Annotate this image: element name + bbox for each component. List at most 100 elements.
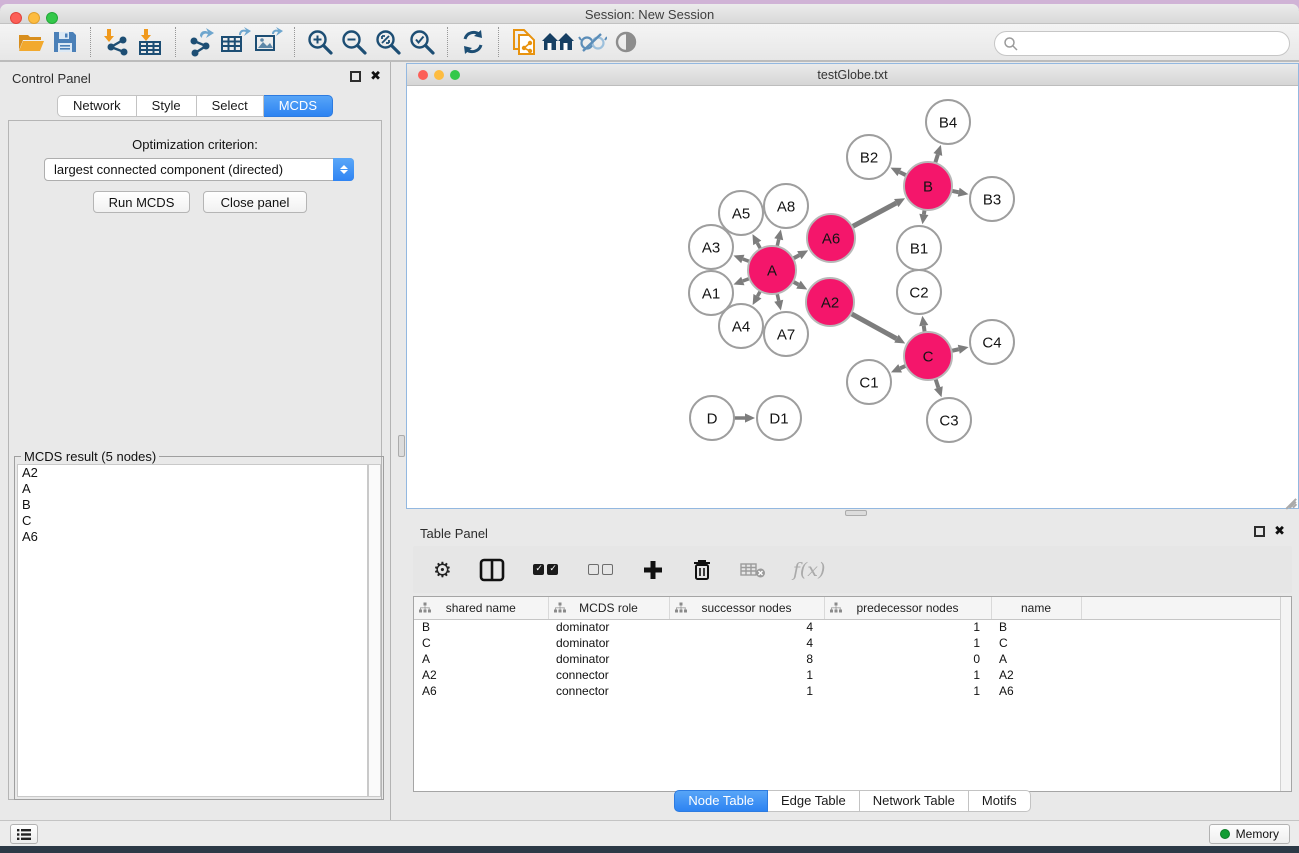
zoom-out-icon[interactable] [337,26,371,58]
graph-node-C2[interactable]: C2 [897,270,941,314]
tab-node-table[interactable]: Node Table [674,790,768,812]
show-eye-icon[interactable] [609,26,643,58]
graph-node-B[interactable]: B [904,162,952,210]
mcds-result-item[interactable]: A6 [18,529,367,545]
tab-network-table[interactable]: Network Table [860,790,969,812]
graph-node-A2[interactable]: A2 [806,278,854,326]
hide-glasses-icon[interactable] [575,26,609,58]
edge-B-B2[interactable] [900,172,907,175]
split-divider-handle-vertical[interactable] [398,435,405,457]
column-header-predecessor-nodes[interactable]: predecessor nodes [824,597,991,619]
select-all-icon[interactable] [532,555,560,585]
graph-node-C4[interactable]: C4 [970,320,1014,364]
tab-style[interactable]: Style [137,95,197,117]
home-icon[interactable] [541,26,575,58]
edge-C-C3[interactable] [935,379,938,388]
mcds-result-item[interactable]: B [18,497,367,513]
search-field[interactable] [994,31,1290,56]
edge-A-A8[interactable] [777,239,779,246]
table-scrollbar[interactable] [1280,597,1291,791]
table-row[interactable]: A6connector11A6 [414,683,1291,699]
graph-node-C[interactable]: C [904,332,952,380]
deselect-all-icon[interactable] [587,555,615,585]
tab-network[interactable]: Network [57,95,137,117]
table-row[interactable]: Cdominator41C [414,635,1291,651]
graph-node-B2[interactable]: B2 [847,135,891,179]
dropdown-stepper-icon[interactable] [333,158,354,181]
tab-motifs[interactable]: Motifs [969,790,1031,812]
add-column-icon[interactable] [642,555,664,585]
zoom-in-icon[interactable] [303,26,337,58]
delete-column-trash-icon[interactable] [691,555,713,585]
memory-button[interactable]: Memory [1209,824,1290,844]
criterion-dropdown[interactable]: largest connected component (directed) [44,158,354,181]
graph-node-A4[interactable]: A4 [719,304,763,348]
edge-A-A6[interactable] [793,255,799,258]
refresh-icon[interactable] [456,26,490,58]
split-divider-handle-horizontal[interactable] [845,510,867,516]
network-frame-titlebar[interactable]: testGlobe.txt [407,64,1298,86]
graph-node-A5[interactable]: A5 [719,191,763,235]
graph-node-A[interactable]: A [748,246,796,294]
close-table-panel-icon[interactable]: ✖ [1274,523,1285,539]
save-session-icon[interactable] [48,26,82,58]
graph-node-A3[interactable]: A3 [689,225,733,269]
column-header-shared-name[interactable]: shared name [414,597,548,619]
network-canvas[interactable]: B4B2BB3A8A5A6A3B1AC2A1A2A4A7C4CC1DD1C3 [407,86,1298,508]
export-table-icon[interactable] [218,26,252,58]
edge-A-A5[interactable] [757,243,760,249]
edge-A6-B[interactable] [852,203,896,227]
search-input[interactable] [1019,36,1289,51]
close-panel-icon[interactable]: ✖ [370,68,381,84]
graph-node-A6[interactable]: A6 [807,214,855,262]
graph-node-D[interactable]: D [690,396,734,440]
graph-node-B4[interactable]: B4 [926,100,970,144]
zoom-fit-icon[interactable] [371,26,405,58]
edge-C-C4[interactable] [951,349,958,351]
node-table[interactable]: shared nameMCDS rolesuccessor nodesprede… [413,596,1292,792]
graph-node-A7[interactable]: A7 [764,312,808,356]
export-network-icon[interactable] [184,26,218,58]
clone-network-icon[interactable] [507,26,541,58]
graph-node-D1[interactable]: D1 [757,396,801,440]
zoom-selected-icon[interactable] [405,26,439,58]
result-scrollbar[interactable] [368,464,381,797]
edge-A2-C[interactable] [851,314,896,339]
run-mcds-button[interactable]: Run MCDS [93,191,190,213]
table-options-gear-icon[interactable]: ⚙ [433,555,452,585]
tab-edge-table[interactable]: Edge Table [768,790,860,812]
tab-select[interactable]: Select [197,95,264,117]
resize-grip-icon[interactable] [1283,493,1297,507]
delete-table-icon[interactable] [740,555,766,585]
app-titlebar[interactable]: Session: New Session [0,4,1299,24]
show-column-icon[interactable] [479,555,505,585]
function-builder-icon[interactable]: f(x) [793,555,826,585]
float-panel-icon[interactable] [350,71,361,82]
task-history-button[interactable] [10,824,38,844]
mcds-result-list[interactable]: A2ABCA6 [17,464,368,797]
edge-A-A3[interactable] [743,259,750,262]
edge-B-B3[interactable] [952,191,959,192]
table-row[interactable]: Adominator80A [414,651,1291,667]
edge-B-B4[interactable] [935,154,938,163]
tab-mcds[interactable]: MCDS [264,95,333,117]
mcds-result-item[interactable]: C [18,513,367,529]
mcds-result-item[interactable]: A [18,481,367,497]
graph-node-C3[interactable]: C3 [927,398,971,442]
graph-node-A8[interactable]: A8 [764,184,808,228]
column-header-successor-nodes[interactable]: successor nodes [669,597,824,619]
column-header-name[interactable]: name [991,597,1081,619]
edge-A-A1[interactable] [743,278,750,281]
graph-node-B3[interactable]: B3 [970,177,1014,221]
import-network-icon[interactable] [99,26,133,58]
table-row[interactable]: A2connector11A2 [414,667,1291,683]
graph-node-B1[interactable]: B1 [897,226,941,270]
edge-A-A7[interactable] [777,293,779,300]
close-panel-button[interactable]: Close panel [203,191,307,213]
mcds-result-item[interactable]: A2 [18,465,367,481]
export-image-icon[interactable] [252,26,286,58]
table-row[interactable]: Bdominator41B [414,619,1291,635]
open-session-icon[interactable] [14,26,48,58]
graph-node-C1[interactable]: C1 [847,360,891,404]
column-header-MCDS-role[interactable]: MCDS role [548,597,669,619]
